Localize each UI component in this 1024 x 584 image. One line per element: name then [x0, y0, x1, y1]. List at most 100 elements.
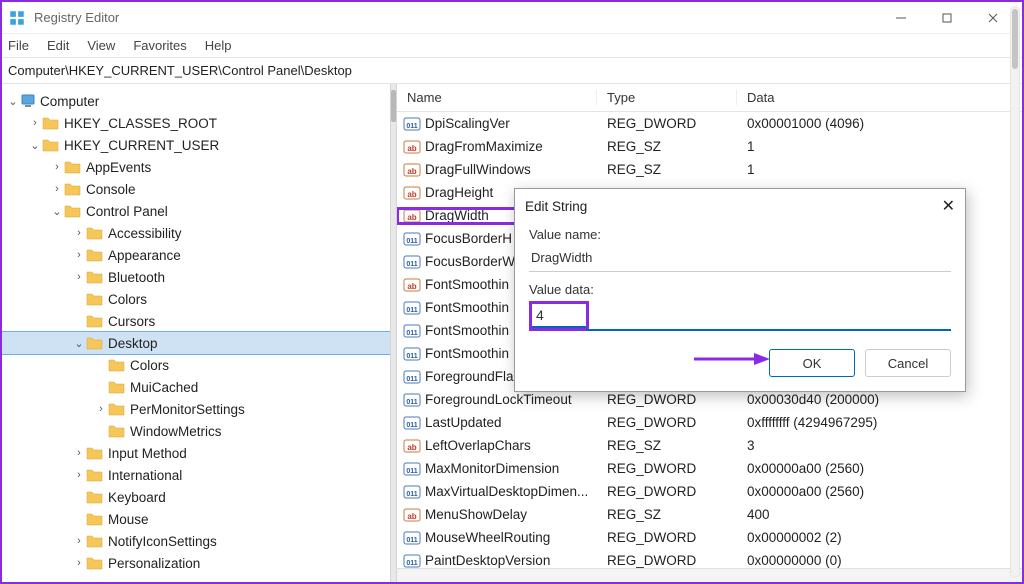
folder-icon — [86, 445, 104, 461]
tree-node-windowmetrics[interactable]: ·WindowMetrics — [2, 420, 390, 442]
list-row[interactable]: 011PaintDesktopVersionREG_DWORD0x0000000… — [397, 549, 1022, 568]
addressbar[interactable]: Computer\HKEY_CURRENT_USER\Control Panel… — [2, 58, 1022, 84]
menu-file[interactable]: File — [8, 38, 29, 53]
splitter[interactable] — [390, 84, 397, 582]
svg-text:011: 011 — [406, 307, 417, 314]
tree-node-international[interactable]: ›International — [2, 464, 390, 486]
cancel-button[interactable]: Cancel — [865, 349, 951, 377]
col-name[interactable]: Name — [397, 90, 597, 105]
list-row[interactable]: 011LastUpdatedREG_DWORD0xffffffff (42949… — [397, 411, 1022, 434]
value-name: LeftOverlapChars — [425, 438, 531, 453]
col-type[interactable]: Type — [597, 90, 737, 105]
value-type: REG_DWORD — [597, 392, 737, 407]
tree-node-personalization[interactable]: ›Personalization — [2, 552, 390, 574]
binary-value-icon: 011 — [403, 530, 421, 546]
menu-favorites[interactable]: Favorites — [133, 38, 186, 53]
tree-node-desktop[interactable]: ⌄Desktop — [2, 332, 390, 354]
folder-icon — [64, 159, 82, 175]
list-row[interactable]: 011MaxVirtualDesktopDimen...REG_DWORD0x0… — [397, 480, 1022, 503]
tree-node-hkey-classes-root[interactable]: › HKEY_CLASSES_ROOT — [2, 112, 390, 134]
col-data[interactable]: Data — [737, 90, 1022, 105]
tree-node-label: Mouse — [108, 512, 149, 527]
value-data-input[interactable]: 4 — [532, 304, 586, 328]
tree-node-label: HKEY_CLASSES_ROOT — [64, 116, 217, 131]
list-row[interactable]: abMenuShowDelayREG_SZ400 — [397, 503, 1022, 526]
tree-node-label: Input Method — [108, 446, 187, 461]
chevron-right-icon[interactable]: › — [72, 271, 86, 283]
chevron-right-icon[interactable]: › — [94, 403, 108, 415]
svg-text:011: 011 — [406, 560, 417, 567]
tree-node-computer[interactable]: ⌄Computer — [2, 90, 390, 112]
svg-text:011: 011 — [406, 468, 417, 475]
menu-edit[interactable]: Edit — [47, 38, 69, 53]
chevron-right-icon[interactable]: › — [72, 469, 86, 481]
value-name: DpiScalingVer — [425, 116, 510, 131]
vertical-scrollbar[interactable] — [1010, 6, 1020, 578]
value-name: FocusBorderW — [425, 254, 515, 269]
tree-node-appevents[interactable]: › AppEvents — [2, 156, 390, 178]
tree-node-label: Colors — [108, 292, 147, 307]
tree-node-muicached[interactable]: ·MuiCached — [2, 376, 390, 398]
list-row[interactable]: abLeftOverlapCharsREG_SZ3 — [397, 434, 1022, 457]
chevron-down-icon[interactable]: ⌄ — [50, 205, 64, 218]
menu-view[interactable]: View — [87, 38, 115, 53]
tree-node-colors[interactable]: ·Colors — [2, 354, 390, 376]
chevron-right-icon[interactable]: › — [72, 557, 86, 569]
string-value-icon: ab — [403, 438, 421, 454]
chevron-down-icon[interactable]: ⌄ — [28, 139, 42, 152]
tree-node-permonitorsettings[interactable]: ›PerMonitorSettings — [2, 398, 390, 420]
minimize-button[interactable] — [878, 2, 924, 34]
dialog-titlebar: Edit String ✕ — [515, 189, 965, 223]
value-name: MouseWheelRouting — [425, 530, 550, 545]
list-row[interactable]: 011MouseWheelRoutingREG_DWORD0x00000002 … — [397, 526, 1022, 549]
binary-value-icon: 011 — [403, 254, 421, 270]
dialog-close-button[interactable]: ✕ — [942, 196, 955, 216]
horizontal-scrollbar[interactable] — [397, 568, 1022, 582]
chevron-down-icon[interactable]: ⌄ — [6, 95, 20, 108]
tree-node-label: AppEvents — [86, 160, 151, 175]
chevron-right-icon[interactable]: › — [72, 535, 86, 547]
chevron-right-icon[interactable]: › — [72, 447, 86, 459]
value-data: 0x00000000 (0) — [737, 553, 1022, 568]
menu-help[interactable]: Help — [205, 38, 232, 53]
chevron-right-icon[interactable]: › — [28, 117, 42, 129]
menubar: File Edit View Favorites Help — [2, 34, 1022, 58]
tree-node-control-panel[interactable]: ⌄Control Panel — [2, 200, 390, 222]
chevron-down-icon[interactable]: ⌄ — [72, 337, 86, 350]
list-row[interactable]: 011MaxMonitorDimensionREG_DWORD0x00000a0… — [397, 457, 1022, 480]
tree-node-cursors[interactable]: ·Cursors — [2, 310, 390, 332]
tree-node-hkey-current-user[interactable]: ⌄HKEY_CURRENT_USER — [2, 134, 390, 156]
list-row[interactable]: abDragFullWindowsREG_SZ1 — [397, 158, 1022, 181]
tree-node-console[interactable]: ›Console — [2, 178, 390, 200]
ok-button[interactable]: OK — [769, 349, 855, 377]
value-name: FontSmoothin — [425, 346, 509, 361]
folder-icon — [86, 489, 104, 505]
tree-node-keyboard[interactable]: ·Keyboard — [2, 486, 390, 508]
value-data: 1 — [737, 162, 1022, 177]
chevron-right-icon[interactable]: › — [72, 249, 86, 261]
value-name-field: DragWidth — [529, 246, 951, 272]
binary-value-icon: 011 — [403, 415, 421, 431]
chevron-right-icon[interactable]: › — [50, 183, 64, 195]
binary-value-icon: 011 — [403, 116, 421, 132]
list-row[interactable]: abDragFromMaximizeREG_SZ1 — [397, 135, 1022, 158]
value-type: REG_DWORD — [597, 553, 737, 568]
value-type: REG_DWORD — [597, 461, 737, 476]
tree-view[interactable]: ⌄Computer › HKEY_CLASSES_ROOT ⌄HKEY_CURRENT… — [2, 84, 390, 582]
tree-node-notifyiconsettings[interactable]: ›NotifyIconSettings — [2, 530, 390, 552]
folder-icon — [86, 247, 104, 263]
chevron-right-icon[interactable]: › — [50, 161, 64, 173]
computer-icon — [20, 93, 36, 109]
chevron-right-icon[interactable]: › — [72, 227, 86, 239]
list-row[interactable]: 011DpiScalingVerREG_DWORD0x00001000 (409… — [397, 112, 1022, 135]
tree-node-colors[interactable]: ·Colors — [2, 288, 390, 310]
value-type: REG_SZ — [597, 438, 737, 453]
maximize-button[interactable] — [924, 2, 970, 34]
tree-node-appearance[interactable]: ›Appearance — [2, 244, 390, 266]
svg-text:011: 011 — [406, 261, 417, 268]
tree-node-input-method[interactable]: › Input Method — [2, 442, 390, 464]
tree-node-mouse[interactable]: ·Mouse — [2, 508, 390, 530]
svg-text:011: 011 — [406, 491, 417, 498]
tree-node-accessibility[interactable]: ›Accessibility — [2, 222, 390, 244]
tree-node-bluetooth[interactable]: ›Bluetooth — [2, 266, 390, 288]
